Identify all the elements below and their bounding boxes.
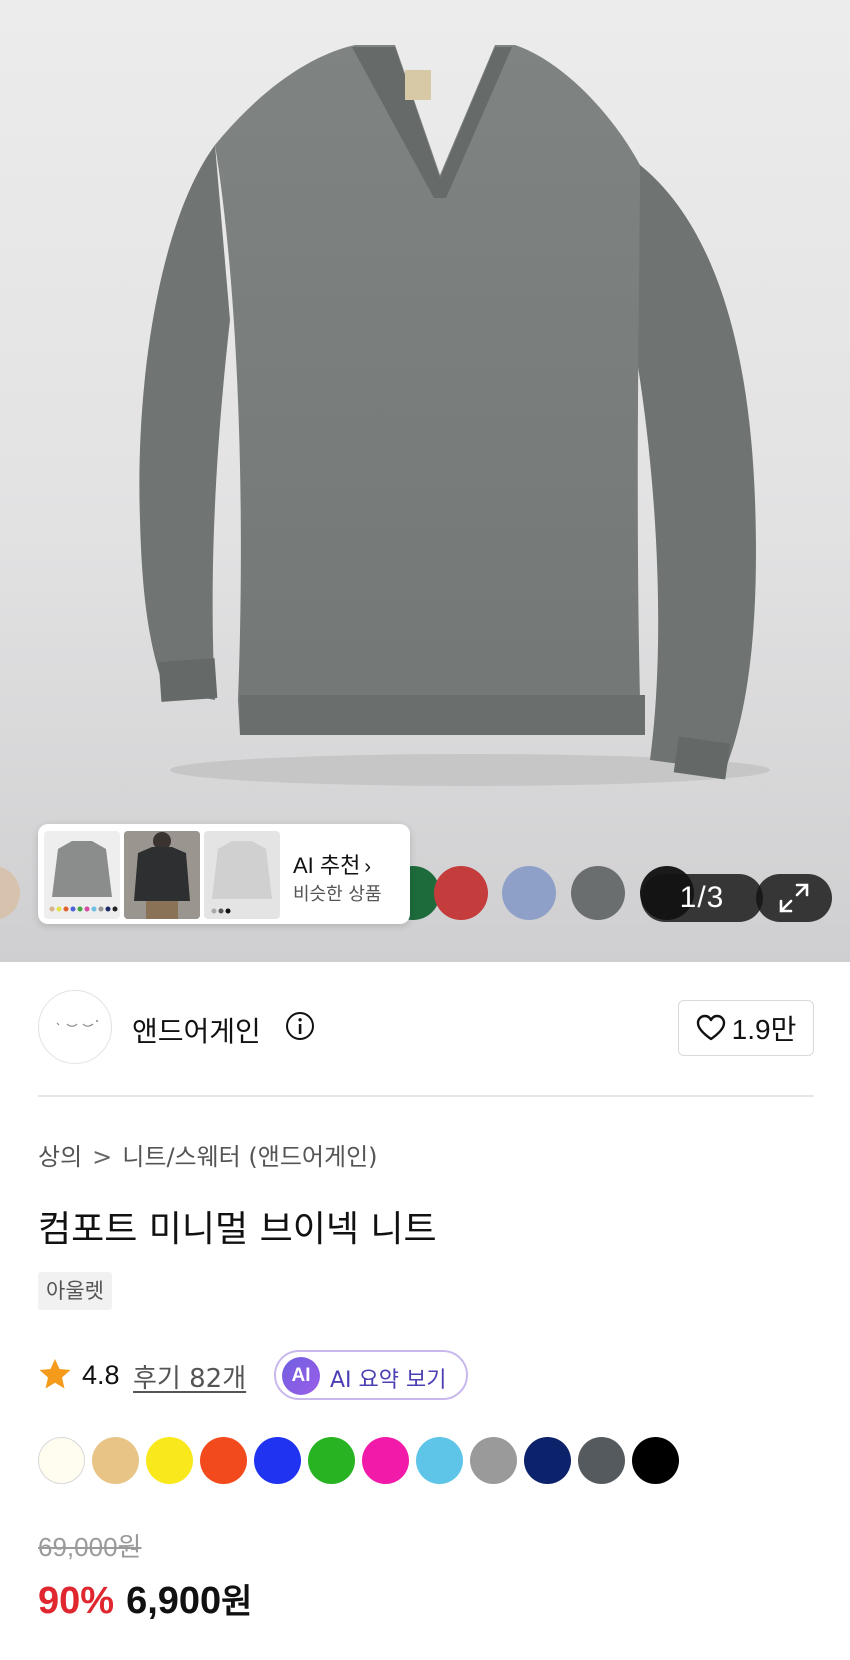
color-swatch[interactable] — [146, 1437, 193, 1484]
recommend-thumbnail[interactable] — [204, 831, 280, 919]
pager-current: 1 — [679, 881, 698, 914]
color-swatch[interactable] — [308, 1437, 355, 1484]
rating-value: 4.8 — [82, 1360, 120, 1390]
color-swatch[interactable] — [524, 1437, 571, 1484]
color-swatch[interactable] — [254, 1437, 301, 1484]
color-option-blue[interactable] — [502, 866, 556, 920]
final-price-unit: 원 — [221, 1582, 253, 1622]
model-thumb-image — [124, 831, 200, 919]
color-swatch[interactable] — [92, 1437, 139, 1484]
light-sweater-thumb-image — [211, 841, 272, 914]
product-title: 컴포트 미니멀 브이넥 니트 — [38, 1209, 437, 1250]
brand-logo[interactable] — [38, 990, 112, 1064]
color-swatch[interactable] — [38, 1437, 85, 1484]
star-icon — [39, 1359, 71, 1389]
color-option-gray[interactable] — [571, 866, 625, 920]
pager-separator: / — [697, 881, 707, 914]
gray-sweater-thumb-image — [49, 841, 118, 912]
rating-row: 4.8 후기 82개 AI AI 요약 보기 — [38, 1350, 738, 1400]
expand-button[interactable] — [756, 874, 832, 922]
recommend-thumbnail[interactable] — [124, 831, 200, 919]
product-image-gallery[interactable]: 1 / 3 AI 추천 › 비슷한 상품 — [0, 0, 850, 962]
expand-icon — [779, 883, 809, 913]
product-photo — [139, 45, 770, 786]
ai-recommend-card[interactable]: AI 추천 › 비슷한 상품 — [38, 824, 410, 924]
breadcrumb-separator: > — [92, 1143, 113, 1171]
ai-summary-label: AI 요약 보기 — [330, 1368, 447, 1393]
ai-recommend-title-text: AI 추천 — [293, 853, 361, 878]
heart-icon — [696, 1014, 725, 1041]
original-price: 69,000원 — [38, 1532, 142, 1562]
ai-summary-button[interactable]: AI AI 요약 보기 — [274, 1350, 468, 1400]
info-icon[interactable] — [284, 1010, 316, 1046]
ai-badge-icon: AI — [282, 1357, 320, 1395]
outlet-tag: 아울렛 — [38, 1272, 112, 1310]
breadcrumb: 상의 > 니트/스웨터 (앤드어게인) — [38, 1137, 378, 1172]
like-button[interactable]: 1.9만 — [678, 1000, 814, 1056]
color-swatch[interactable] — [200, 1437, 247, 1484]
recommend-thumbnail[interactable] — [44, 831, 120, 919]
brand-row: 앤드어게인 1.9만 — [38, 990, 814, 1066]
brand-logo-image — [56, 1020, 98, 1027]
ai-recommend-subtitle: 비슷한 상품 — [293, 884, 382, 905]
color-swatch[interactable] — [632, 1437, 679, 1484]
chevron-right-icon: › — [364, 856, 372, 878]
breadcrumb-subcategory[interactable]: 니트/스웨터 (앤드어게인) — [122, 1143, 377, 1171]
color-option-beige[interactable] — [0, 866, 20, 920]
discount-rate: 90% — [38, 1580, 115, 1622]
color-swatch[interactable] — [578, 1437, 625, 1484]
color-swatches — [38, 1437, 818, 1485]
color-swatch[interactable] — [416, 1437, 463, 1484]
color-option-red[interactable] — [434, 866, 488, 920]
pager-total: 3 — [706, 881, 725, 914]
divider — [38, 1095, 814, 1097]
final-price: 6,900원 — [126, 1580, 252, 1622]
price-row: 90% 6,900원 — [38, 1574, 252, 1623]
image-pager: 1 / 3 — [641, 874, 763, 922]
color-swatch[interactable] — [362, 1437, 409, 1484]
review-count-link[interactable]: 후기 82개 — [133, 1358, 246, 1395]
final-price-number: 6,900 — [126, 1580, 222, 1622]
brand-name[interactable]: 앤드어게인 — [132, 1010, 261, 1050]
ai-recommend-title: AI 추천 › — [293, 848, 371, 880]
like-count: 1.9만 — [731, 1014, 797, 1045]
breadcrumb-category[interactable]: 상의 — [38, 1143, 82, 1171]
color-swatch[interactable] — [470, 1437, 517, 1484]
